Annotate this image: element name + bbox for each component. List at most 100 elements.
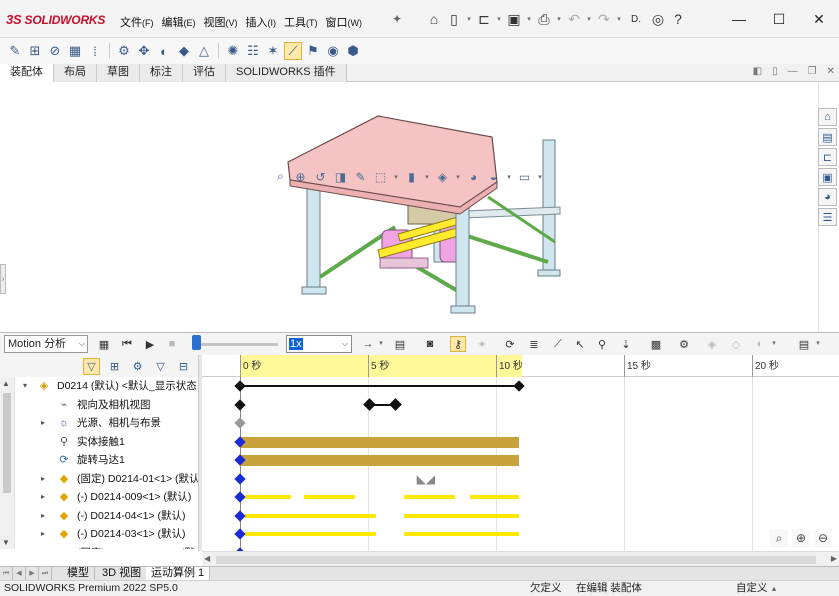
menu-window[interactable]: 窗口(W) bbox=[324, 14, 369, 30]
tree-item[interactable]: ▸ ◆ (-) D0214-009<1> (默认) bbox=[0, 488, 198, 506]
tab-layout[interactable]: 布局 bbox=[54, 64, 97, 82]
filter-selected-icon[interactable]: ⚙ bbox=[129, 358, 146, 375]
undo-dropdown-icon[interactable]: ▾ bbox=[585, 15, 593, 23]
next-tab-icon[interactable]: ▶ bbox=[26, 567, 39, 580]
menu-tools[interactable]: 工具(T) bbox=[282, 14, 324, 30]
menu-view[interactable]: 视图(V) bbox=[202, 14, 244, 30]
time-ruler[interactable]: 0 秒 5 秒 10 秒 15 秒 20 秒 bbox=[202, 355, 839, 377]
playback-mode-icon[interactable]: → bbox=[360, 336, 376, 352]
solidworks-logo[interactable]: 3S SOLIDWORKS bbox=[6, 12, 105, 27]
home-icon[interactable]: ⌂ bbox=[425, 10, 443, 28]
component-motion-bar[interactable] bbox=[304, 495, 356, 499]
scene-dropdown-icon[interactable]: ▾ bbox=[505, 173, 513, 181]
close-icon[interactable]: ✕ bbox=[799, 0, 839, 38]
feature-duration-bar[interactable] bbox=[240, 455, 520, 466]
expand-toggle-icon[interactable]: ▸ bbox=[38, 470, 48, 488]
component-motion-bar[interactable] bbox=[403, 532, 520, 536]
doc-maximize-icon[interactable]: ❐ bbox=[808, 66, 817, 77]
mate-icon[interactable]: ⊘ bbox=[46, 42, 64, 60]
tab-motion-study[interactable]: 运动算例 1 bbox=[146, 567, 211, 581]
assembly-timeline-bar[interactable] bbox=[240, 385, 520, 387]
tree-scroll-thumb[interactable] bbox=[3, 393, 11, 493]
component-motion-bar[interactable] bbox=[403, 513, 520, 518]
play-icon[interactable]: ▶ bbox=[142, 336, 158, 352]
keypoint[interactable] bbox=[234, 509, 246, 522]
display-style-icon[interactable]: ▮ bbox=[403, 168, 420, 185]
view-orientation-dropdown-icon[interactable]: ▾ bbox=[392, 173, 400, 181]
pin-menu-icon[interactable]: ✦ bbox=[392, 12, 402, 26]
filter-driving-icon[interactable]: ⊞ bbox=[106, 358, 123, 375]
playback-slider[interactable] bbox=[193, 343, 278, 346]
keypoint[interactable] bbox=[234, 380, 246, 392]
take-snapshot-icon[interactable]: ◉ bbox=[324, 42, 342, 60]
zoom-to-fit-icon[interactable]: ⌕ bbox=[272, 168, 289, 185]
reference-geometry-icon[interactable]: △ bbox=[195, 42, 213, 60]
tab-addins[interactable]: SOLIDWORKS 插件 bbox=[226, 64, 347, 82]
scroll-down-icon[interactable]: ▼ bbox=[2, 538, 10, 547]
new-motion-study-icon[interactable]: ✺ bbox=[224, 42, 242, 60]
assembly-model[interactable] bbox=[0, 82, 818, 332]
tree-item[interactable]: ⟳ 旋转马达1 bbox=[0, 451, 198, 469]
save-animation-icon[interactable]: ▤ bbox=[392, 336, 408, 352]
previous-view-icon[interactable]: ↺ bbox=[312, 168, 329, 185]
open-dropdown-icon[interactable]: ▾ bbox=[495, 15, 503, 23]
minimize-icon[interactable]: — bbox=[719, 0, 759, 38]
view-palette-icon[interactable]: ▣ bbox=[818, 168, 837, 186]
scroll-left-icon[interactable]: ◀ bbox=[204, 554, 210, 563]
edit-appearance-icon[interactable]: ◕ bbox=[465, 168, 482, 185]
zoom-in-icon[interactable]: ⊕ bbox=[792, 529, 810, 547]
expand-toggle-icon[interactable]: ▾ bbox=[20, 377, 30, 395]
tab-3d-view[interactable]: 3D 视图 bbox=[97, 567, 148, 581]
redo-icon[interactable]: ↷ bbox=[595, 10, 613, 28]
restore-window-icon[interactable]: ▯ bbox=[772, 66, 778, 77]
component-preview-icon[interactable]: ▦ bbox=[66, 42, 84, 60]
spring-icon[interactable]: ≣ bbox=[526, 336, 542, 352]
section-view-icon[interactable]: ◨ bbox=[332, 168, 349, 185]
view-settings-dropdown-icon[interactable]: ▾ bbox=[536, 173, 544, 181]
tree-scrollbar[interactable]: ▲ ▼ bbox=[0, 377, 15, 549]
smart-fasteners-icon[interactable]: ⚙ bbox=[115, 42, 133, 60]
doc-close-icon[interactable]: ✕ bbox=[827, 66, 835, 77]
tab-model[interactable]: 模型 bbox=[62, 567, 95, 581]
scroll-right-icon[interactable]: ▶ bbox=[831, 554, 837, 563]
tree-item[interactable]: ⚲ 实体接触1 bbox=[0, 433, 198, 451]
add-key-icon[interactable]: ✦ bbox=[474, 336, 490, 352]
tree-item[interactable]: ⌁ 视向及相机视图 bbox=[0, 396, 198, 414]
linear-pattern-icon[interactable]: ⁞ bbox=[86, 42, 104, 60]
layout-dropdown-icon[interactable]: ▾ bbox=[814, 339, 822, 347]
tree-item[interactable]: ▸ ☼ 光源、相机与布景 bbox=[0, 414, 198, 432]
playback-mode-dropdown-icon[interactable]: ▾ bbox=[377, 339, 385, 347]
file-explorer-icon[interactable]: ⊏ bbox=[818, 148, 837, 166]
stop-icon[interactable]: ■ bbox=[164, 336, 180, 352]
animation-wizard-icon[interactable]: ◙ bbox=[422, 336, 438, 352]
undo-icon[interactable]: ↶ bbox=[565, 10, 583, 28]
appearances-icon[interactable]: ◕ bbox=[818, 188, 837, 206]
force-icon[interactable]: ↖ bbox=[572, 336, 588, 352]
keypoint[interactable] bbox=[513, 380, 525, 392]
user-account-icon[interactable]: ◎ bbox=[649, 10, 667, 28]
exploded-view-icon[interactable]: ✶ bbox=[264, 42, 282, 60]
menu-file[interactable]: 文件(F) bbox=[118, 14, 160, 30]
view-settings-icon[interactable]: ▭ bbox=[516, 168, 533, 185]
contact-icon[interactable]: ⚲ bbox=[594, 336, 610, 352]
tree-item[interactable]: ▸ ◆ (固定) D0214-005<1> (默 bbox=[0, 544, 198, 550]
instant3d-icon[interactable]: ⟋ bbox=[284, 42, 302, 60]
dynamic-annotation-icon[interactable]: ✎ bbox=[352, 168, 369, 185]
collapse-icon[interactable]: ◈ bbox=[704, 336, 720, 352]
study-type-select[interactable]: Motion 分析 ⌵ bbox=[4, 335, 88, 353]
results-plots-icon[interactable]: ▩ bbox=[648, 336, 664, 352]
menu-edit[interactable]: 编辑(E) bbox=[160, 14, 202, 30]
tile-window-icon[interactable]: ◧ bbox=[753, 66, 762, 77]
maximize-icon[interactable]: ☐ bbox=[759, 0, 799, 38]
apply-scene-icon[interactable]: ◒ bbox=[485, 168, 502, 185]
zoom-to-area-icon[interactable]: ⊕ bbox=[292, 168, 309, 185]
component-motion-bar[interactable] bbox=[245, 513, 376, 518]
motor-icon[interactable]: ⟳ bbox=[502, 336, 518, 352]
insert-components-icon[interactable]: ⊞ bbox=[26, 42, 44, 60]
assembly-features-icon[interactable]: ◆ bbox=[175, 42, 193, 60]
custom-properties-icon[interactable]: ☰ bbox=[818, 208, 837, 226]
keypoint[interactable] bbox=[234, 417, 246, 429]
menu-insert[interactable]: 插入(I) bbox=[244, 14, 283, 30]
zoom-out-icon[interactable]: ⊖ bbox=[814, 529, 832, 547]
keypoint[interactable] bbox=[234, 472, 246, 485]
